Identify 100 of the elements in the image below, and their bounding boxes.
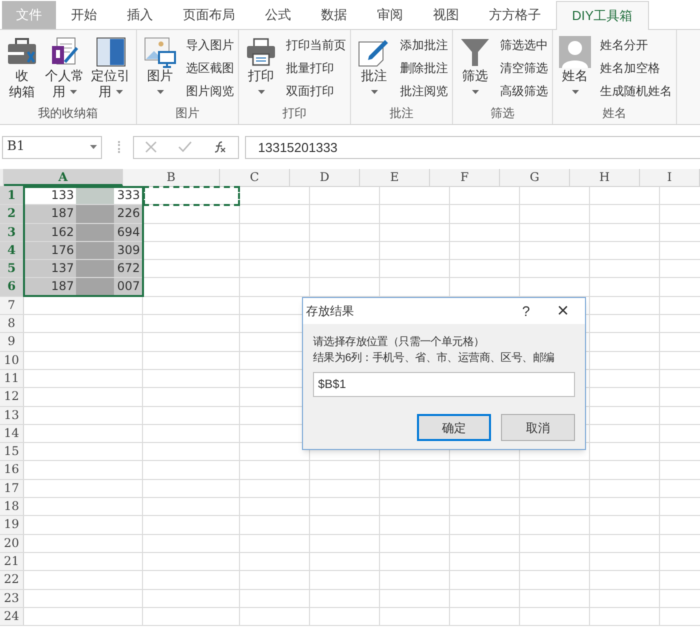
ribbon-menu-button[interactable]: 删除批注 bbox=[400, 59, 448, 78]
redaction-blur bbox=[76, 205, 114, 223]
table-cell-text: 333 bbox=[116, 187, 141, 204]
ribbon-menu-button[interactable]: 选区截图 bbox=[186, 59, 234, 78]
ribbon-tab[interactable]: DIY工具箱 bbox=[556, 1, 649, 30]
ribbon-menu-button[interactable]: 生成随机姓名 bbox=[600, 82, 672, 101]
row-header[interactable]: 18 bbox=[0, 498, 24, 516]
table-cell-text: 007 bbox=[116, 278, 141, 296]
redaction-blur bbox=[76, 242, 114, 260]
ribbon-tab[interactable]: 插入 bbox=[112, 1, 168, 29]
ribbon-large-button[interactable]: 个人常 用 bbox=[43, 36, 86, 103]
row-header[interactable]: 12 bbox=[0, 388, 24, 406]
ribbon-menu-button[interactable]: 筛选选中 bbox=[500, 36, 548, 55]
ribbon-menu-button[interactable]: 添加批注 bbox=[400, 36, 448, 55]
ribbon-tab[interactable]: 公式 bbox=[250, 1, 306, 29]
ribbon-large-button[interactable]: 收 纳箱 bbox=[4, 36, 40, 103]
ribbon-menu-button[interactable]: 姓名加空格 bbox=[600, 59, 672, 78]
ribbon-tab[interactable]: 视图 bbox=[418, 1, 474, 29]
row-header[interactable]: 19 bbox=[0, 516, 24, 534]
close-button[interactable]: × bbox=[541, 301, 585, 321]
ribbon-menu-button[interactable]: 高级筛选 bbox=[500, 82, 548, 101]
table-cell-text: 133 bbox=[50, 187, 75, 204]
column-header[interactable]: E bbox=[360, 169, 430, 186]
row-header[interactable]: 5 bbox=[0, 260, 24, 278]
column-header[interactable]: A bbox=[4, 169, 123, 186]
caret-icon[interactable] bbox=[90, 145, 97, 149]
ribbon-menu-button[interactable]: 打印当前页 bbox=[286, 36, 346, 55]
ribbon-large-button[interactable]: 姓名 bbox=[557, 36, 593, 103]
row-header[interactable]: 11 bbox=[0, 370, 24, 388]
ribbon-menu-button[interactable]: 导入图片 bbox=[186, 36, 234, 55]
column-header[interactable]: I bbox=[640, 169, 700, 186]
printer-icon bbox=[245, 36, 277, 68]
row-header[interactable]: 3 bbox=[0, 224, 24, 241]
ribbon-menu-button[interactable]: 双面打印 bbox=[286, 82, 346, 101]
funnel-icon bbox=[459, 36, 491, 68]
help-button[interactable]: ? bbox=[511, 300, 541, 322]
row-header[interactable]: 10 bbox=[0, 352, 24, 369]
row-header[interactable]: 13 bbox=[0, 406, 24, 424]
panel-icon bbox=[94, 36, 126, 68]
dialog-button[interactable]: 取消 bbox=[501, 414, 575, 441]
ribbon-menu-button[interactable]: 批量打印 bbox=[286, 59, 346, 78]
instruction-text: 请选择存放位置（只需一个单元格） bbox=[313, 335, 486, 350]
cancel-icon[interactable] bbox=[144, 141, 157, 153]
column-header[interactable]: B bbox=[123, 169, 220, 186]
ribbon-menu-button[interactable]: 图片阅览 bbox=[186, 82, 234, 101]
ribbon-large-button[interactable]: 筛选 bbox=[457, 36, 493, 103]
dialog-title: 存放结果 bbox=[306, 303, 355, 320]
dialog-button[interactable]: 确定 bbox=[417, 414, 491, 441]
ribbon-tab[interactable]: 页面布局 bbox=[168, 1, 250, 29]
ribbon-menu-button[interactable]: 批注阅览 bbox=[400, 82, 448, 101]
ribbon-menu-button[interactable]: 清空筛选 bbox=[500, 59, 548, 78]
ribbon-tab[interactable]: 审阅 bbox=[362, 1, 418, 29]
redaction-blur bbox=[76, 260, 114, 278]
check-icon[interactable] bbox=[178, 141, 192, 153]
row-header[interactable]: 2 bbox=[0, 205, 24, 223]
location-input[interactable]: $B$1 bbox=[313, 372, 575, 397]
row-header[interactable]: 14 bbox=[0, 424, 24, 442]
row-header[interactable]: 1 bbox=[0, 187, 24, 204]
table-cell-text: 309 bbox=[116, 242, 141, 259]
column-header[interactable]: F bbox=[430, 169, 500, 186]
ribbon-large-button[interactable]: 打印 bbox=[243, 36, 279, 103]
redaction-blur bbox=[76, 187, 114, 204]
row-header[interactable]: 9 bbox=[0, 333, 24, 351]
ribbon-menu-button[interactable]: 姓名分开 bbox=[600, 36, 672, 55]
row-header[interactable]: 6 bbox=[0, 278, 24, 296]
row-header[interactable]: 16 bbox=[0, 461, 24, 479]
ribbon-large-button[interactable]: 定位引 用 bbox=[89, 36, 132, 103]
ribbon-large-button[interactable]: 批注 bbox=[355, 36, 393, 103]
ribbon-tab[interactable]: 数据 bbox=[306, 1, 362, 29]
row-header[interactable]: 17 bbox=[0, 480, 24, 498]
ribbon-group-title: 打印 bbox=[282, 105, 306, 121]
function-icon[interactable] bbox=[213, 141, 228, 153]
formula-field[interactable]: 13315201333 bbox=[245, 136, 700, 158]
redaction-blur bbox=[76, 278, 114, 296]
ribbon-group-title: 筛选 bbox=[490, 105, 514, 121]
separator-dots-icon bbox=[118, 141, 121, 153]
ribbon-tab[interactable]: 方方格子 bbox=[474, 1, 556, 29]
redaction-blur bbox=[76, 224, 114, 241]
ribbon-large-button[interactable]: 图片 bbox=[141, 36, 179, 103]
ribbon-group-title: 我的收纳箱 bbox=[38, 105, 98, 121]
table-cell-text: 694 bbox=[116, 224, 141, 241]
row-header[interactable]: 8 bbox=[0, 315, 24, 332]
row-header[interactable]: 15 bbox=[0, 443, 24, 460]
column-header[interactable]: D bbox=[290, 169, 360, 186]
column-header[interactable]: G bbox=[500, 169, 570, 186]
row-header[interactable]: 7 bbox=[0, 296, 24, 314]
row-header[interactable]: 21 bbox=[0, 552, 24, 570]
table-cell-text: 226 bbox=[116, 205, 141, 222]
row-header[interactable]: 22 bbox=[0, 571, 24, 589]
row-header[interactable]: 4 bbox=[0, 242, 24, 260]
row-header[interactable]: 24 bbox=[0, 608, 24, 626]
row-header[interactable]: 20 bbox=[0, 534, 24, 552]
column-header[interactable]: H bbox=[570, 169, 640, 186]
name-box[interactable]: B1 bbox=[2, 136, 102, 158]
table-cell-text: 176 bbox=[50, 242, 75, 259]
table-cell-text: 187 bbox=[50, 278, 75, 296]
ribbon-tab[interactable]: 开始 bbox=[56, 1, 112, 29]
row-header[interactable]: 23 bbox=[0, 590, 24, 607]
column-header[interactable]: C bbox=[220, 169, 290, 186]
ribbon-group-title: 姓名 bbox=[602, 105, 626, 121]
